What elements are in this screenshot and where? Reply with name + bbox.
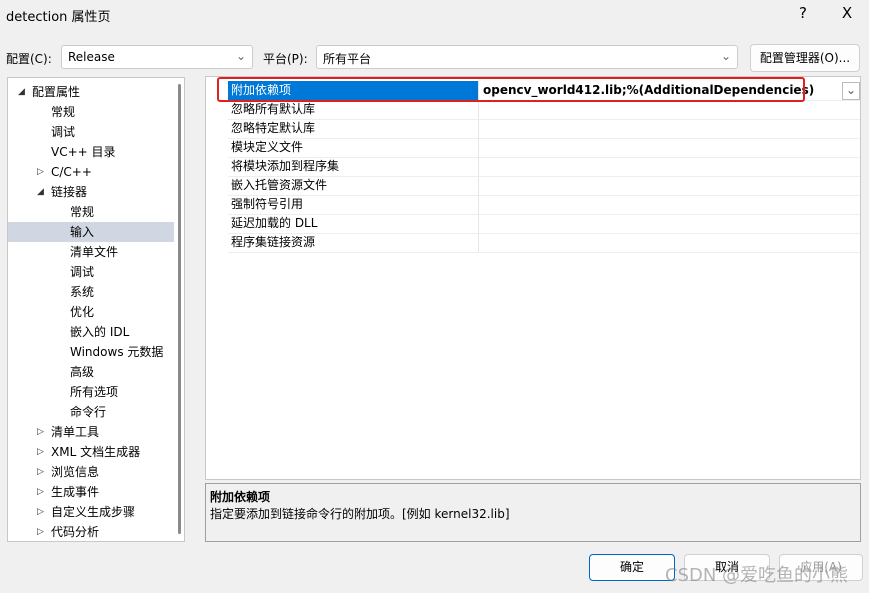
property-name: 延迟加载的 DLL bbox=[228, 214, 479, 233]
tree-item[interactable]: 常规 bbox=[8, 202, 174, 222]
tree-item-label: 清单文件 bbox=[70, 245, 119, 259]
tree-item[interactable]: 常规 bbox=[8, 102, 174, 122]
property-name: 忽略特定默认库 bbox=[228, 119, 479, 138]
property-name: 强制符号引用 bbox=[228, 195, 479, 214]
property-row[interactable]: 模块定义文件 bbox=[228, 138, 860, 158]
tree-item[interactable]: 调试 bbox=[8, 122, 174, 142]
tree-item-label: 常规 bbox=[70, 205, 95, 219]
property-name: 程序集链接资源 bbox=[228, 233, 479, 252]
tree-item-label: VC++ 目录 bbox=[51, 145, 116, 159]
config-select[interactable]: Release ⌄ bbox=[61, 45, 253, 69]
tree-item[interactable]: ▷ 清单工具 bbox=[8, 422, 174, 442]
tree-item[interactable]: 命令行 bbox=[8, 402, 174, 422]
tree-item-label: 调试 bbox=[70, 265, 95, 279]
help-button[interactable]: ? bbox=[788, 4, 818, 22]
config-label: 配置(C): bbox=[6, 52, 52, 66]
platform-label: 平台(P): bbox=[263, 52, 308, 66]
tree-item[interactable]: ◢ 链接器 bbox=[8, 182, 174, 202]
tree-item-label: 命令行 bbox=[70, 405, 107, 419]
tree-item-label: 系统 bbox=[70, 285, 95, 299]
tree-item[interactable]: ◢ 配置属性 bbox=[8, 82, 174, 102]
property-grid: ⌄ 附加依赖项 opencv_world412.lib;%(AdditionalD… bbox=[205, 76, 861, 480]
tree-item-label: 所有选项 bbox=[70, 385, 119, 399]
collapse-arrow-icon[interactable]: ▷ bbox=[37, 462, 44, 482]
property-row[interactable]: 忽略所有默认库 bbox=[228, 100, 860, 120]
platform-value: 所有平台 bbox=[323, 52, 372, 66]
highlight-box bbox=[217, 77, 805, 102]
collapse-arrow-icon[interactable]: ▷ bbox=[37, 162, 44, 182]
tree-item-label: 输入 bbox=[70, 225, 95, 239]
property-row[interactable]: 忽略特定默认库 bbox=[228, 119, 860, 139]
description-title: 附加依赖项 bbox=[210, 490, 271, 504]
tree-item-label: C/C++ bbox=[51, 165, 92, 179]
collapse-arrow-icon[interactable]: ▷ bbox=[37, 482, 44, 502]
tree-item-label: 调试 bbox=[51, 125, 76, 139]
close-button[interactable]: X bbox=[832, 4, 862, 22]
expand-arrow-icon[interactable]: ◢ bbox=[37, 182, 44, 202]
property-row[interactable]: 程序集链接资源 bbox=[228, 233, 860, 253]
tree-item-label: 自定义生成步骤 bbox=[51, 505, 136, 519]
tree-item-label: 链接器 bbox=[51, 185, 88, 199]
tree-item[interactable]: 调试 bbox=[8, 262, 174, 282]
platform-select[interactable]: 所有平台 ⌄ bbox=[316, 45, 738, 69]
collapse-arrow-icon[interactable]: ▷ bbox=[37, 502, 44, 522]
property-name: 将模块添加到程序集 bbox=[228, 157, 479, 176]
tree-item-label: 优化 bbox=[70, 305, 95, 319]
collapse-arrow-icon[interactable]: ▷ bbox=[37, 442, 44, 462]
tree-item-label: Windows 元数据 bbox=[70, 345, 164, 359]
tree-item-label: 常规 bbox=[51, 105, 76, 119]
ok-button[interactable]: 确定 bbox=[589, 554, 675, 581]
tree-item[interactable]: ▷ XML 文档生成器 bbox=[8, 442, 174, 462]
description-text: 指定要添加到链接命令行的附加项。[例如 kernel32.lib] bbox=[210, 507, 510, 521]
tree-item-label: 配置属性 bbox=[32, 85, 81, 99]
property-tree: ◢ 配置属性 常规 调试 VC++ 目录 ▷ C/C++ ◢ 链接器 常规 输入 清单文件 调试 系统 优化… bbox=[7, 77, 185, 542]
property-name: 嵌入托管资源文件 bbox=[228, 176, 479, 195]
property-name: 模块定义文件 bbox=[228, 138, 479, 157]
property-row[interactable]: 将模块添加到程序集 bbox=[228, 157, 860, 177]
tree-item-label: 浏览信息 bbox=[51, 465, 100, 479]
property-row[interactable]: 延迟加载的 DLL bbox=[228, 214, 860, 234]
collapse-arrow-icon[interactable]: ▷ bbox=[37, 422, 44, 442]
tree-item[interactable]: 清单文件 bbox=[8, 242, 174, 262]
property-row[interactable]: 强制符号引用 bbox=[228, 195, 860, 215]
tree-item[interactable]: ▷ 生成事件 bbox=[8, 482, 174, 502]
window-title: detection 属性页 bbox=[6, 10, 111, 25]
property-row[interactable]: 嵌入托管资源文件 bbox=[228, 176, 860, 196]
property-name: 忽略所有默认库 bbox=[228, 100, 479, 119]
tree-item[interactable]: ▷ 代码分析 bbox=[8, 522, 174, 541]
tree-item[interactable]: Windows 元数据 bbox=[8, 342, 174, 362]
tree-item-label: XML 文档生成器 bbox=[51, 445, 141, 459]
config-value: Release bbox=[68, 50, 115, 64]
tree-item[interactable]: 系统 bbox=[8, 282, 174, 302]
description-panel: 附加依赖项 指定要添加到链接命令行的附加项。[例如 kernel32.lib] bbox=[205, 483, 861, 542]
tree-scrollbar[interactable] bbox=[178, 84, 181, 534]
tree-item-label: 生成事件 bbox=[51, 485, 100, 499]
tree-item[interactable]: 优化 bbox=[8, 302, 174, 322]
tree-item[interactable]: 输入 bbox=[8, 222, 174, 242]
expand-arrow-icon[interactable]: ◢ bbox=[18, 82, 25, 102]
tree-item[interactable]: 所有选项 bbox=[8, 382, 174, 402]
config-manager-button[interactable]: 配置管理器(O)... bbox=[750, 44, 860, 72]
collapse-arrow-icon[interactable]: ▷ bbox=[37, 522, 44, 541]
chevron-down-icon: ⌄ bbox=[235, 49, 246, 63]
tree-item[interactable]: ▷ 自定义生成步骤 bbox=[8, 502, 174, 522]
tree-item-label: 代码分析 bbox=[51, 525, 100, 539]
tree-item[interactable]: 高级 bbox=[8, 362, 174, 382]
tree-item[interactable]: ▷ C/C++ bbox=[8, 162, 174, 182]
tree-item[interactable]: 嵌入的 IDL bbox=[8, 322, 174, 342]
tree-item-label: 高级 bbox=[70, 365, 95, 379]
tree-item-label: 嵌入的 IDL bbox=[70, 325, 130, 339]
chevron-down-icon: ⌄ bbox=[720, 49, 731, 63]
tree-item[interactable]: VC++ 目录 bbox=[8, 142, 174, 162]
tree-item-label: 清单工具 bbox=[51, 425, 100, 439]
tree-item[interactable]: ▷ 浏览信息 bbox=[8, 462, 174, 482]
watermark: CSDN @爱吃鱼的小熊 bbox=[665, 565, 849, 586]
